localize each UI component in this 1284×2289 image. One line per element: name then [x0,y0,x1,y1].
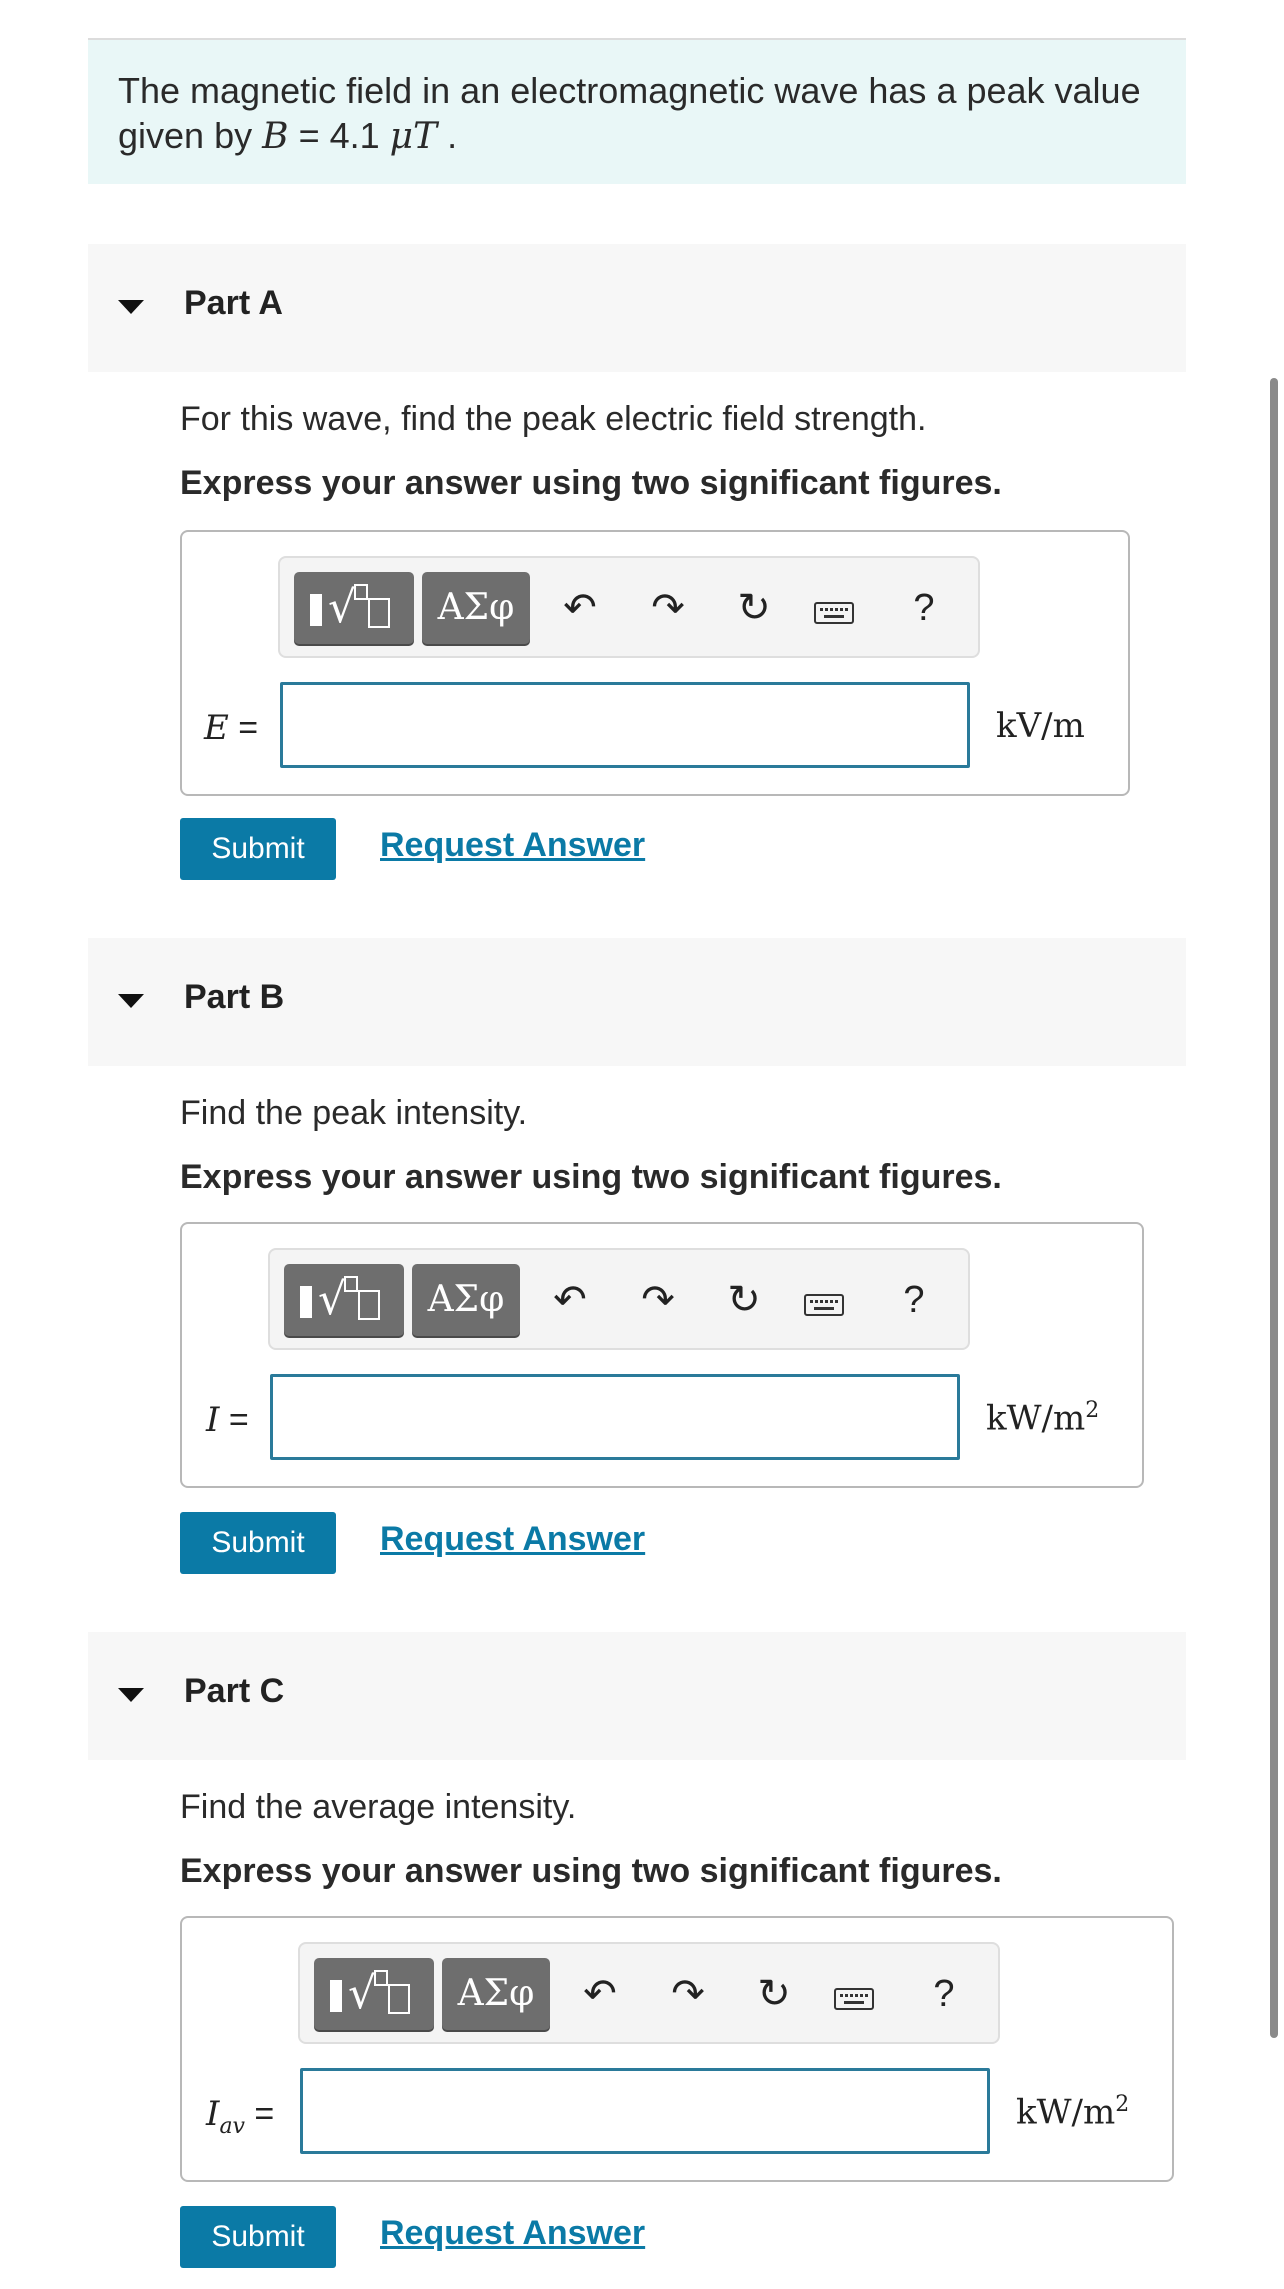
templates-button[interactable]: √ [314,1958,434,2030]
part-b-title: Part B [184,978,285,1016]
part-c-variable-label: Iav = [206,2094,274,2139]
problem-variable: B [262,116,289,157]
part-c-question: Find the average intensity. [180,1788,577,1826]
part-a-unit: kV/m [996,706,1085,746]
part-a-math-toolbar: √ ΑΣφ ↶ ↷ ↻ ? [278,556,980,658]
root-index-icon [354,584,368,600]
undo-icon[interactable]: ↶ [546,1270,594,1330]
templates-button[interactable]: √ [294,572,414,644]
collapse-triangle-icon[interactable] [118,994,144,1008]
part-b-unit-text: kW/m [986,1398,1086,1439]
part-c-unit-exponent: 2 [1115,2092,1130,2117]
part-c-var-subscript: av [219,2113,245,2139]
undo-icon[interactable]: ↶ [576,1964,624,2024]
redo-icon[interactable]: ↷ [634,1270,682,1330]
part-b-submit-button[interactable]: Submit [180,1512,336,1574]
part-c-math-toolbar: √ ΑΣφ ↶ ↷ ↻ ? [298,1942,1000,2044]
part-b-var: I [206,1400,220,1440]
part-c-unit-text: kW/m [1016,2092,1116,2133]
part-c-unit: kW/m2 [1016,2092,1129,2132]
collapse-triangle-icon[interactable] [118,300,144,314]
part-a-request-answer-link[interactable]: Request Answer [380,826,645,865]
problem-statement: The magnetic field in an electromagnetic… [88,38,1186,184]
part-a-unit-text: kV/m [996,706,1085,746]
part-c-submit-button[interactable]: Submit [180,2206,336,2268]
part-a-answer-input[interactable] [280,682,970,768]
part-b-equals: = [219,1401,249,1439]
keyboard-icon[interactable] [814,602,854,624]
help-button[interactable]: ? [920,1964,968,2024]
keyboard-icon[interactable] [834,1988,874,2010]
part-a-question: For this wave, find the peak electric fi… [180,400,927,438]
problem-unit: μT [389,116,438,157]
redo-icon[interactable]: ↷ [664,1964,712,2024]
part-b-unit: kW/m2 [986,1398,1099,1438]
part-a-var: E [204,708,229,748]
keyboard-icon[interactable] [804,1294,844,1316]
radicand-box-icon [358,1290,380,1320]
problem-text: The magnetic field in an electromagnetic… [118,68,1178,159]
radical-icon: √ [318,1274,347,1325]
greek-symbols-button[interactable]: ΑΣφ [422,572,530,644]
template-block-icon [310,594,322,626]
greek-symbols-button[interactable]: ΑΣφ [442,1958,550,2030]
template-block-icon [300,1286,312,1318]
root-index-icon [344,1276,358,1292]
part-c-request-answer-link[interactable]: Request Answer [380,2214,645,2253]
radicand-box-icon [368,598,390,628]
part-c-var: I [206,2094,220,2134]
reset-icon[interactable]: ↻ [720,1270,768,1330]
reset-icon[interactable]: ↻ [750,1964,798,2024]
part-b-question: Find the peak intensity. [180,1094,528,1132]
problem-value: = 4.1 [288,115,390,156]
part-c-answer-box: √ ΑΣφ ↶ ↷ ↻ ? Iav = kW/m2 [180,1916,1174,2182]
part-b-instruction: Express your answer using two significan… [180,1158,1002,1196]
part-a-instruction: Express your answer using two significan… [180,464,1002,502]
part-a-submit-button[interactable]: Submit [180,818,336,880]
part-a-variable-label: E = [204,708,258,748]
part-c-instruction: Express your answer using two significan… [180,1852,1002,1890]
part-b-variable-label: I = [206,1400,249,1440]
part-c-equals: = [244,2095,275,2133]
part-b-unit-exponent: 2 [1085,1398,1100,1423]
part-a-title: Part A [184,284,283,322]
radical-icon: √ [328,582,357,633]
scrollbar[interactable] [1270,378,1278,2038]
reset-icon[interactable]: ↻ [730,578,778,638]
template-block-icon [330,1980,342,2012]
problem-text-suffix: . [437,115,458,156]
collapse-triangle-icon[interactable] [118,1688,144,1702]
part-a-equals: = [228,709,259,747]
part-c-title: Part C [184,1672,285,1710]
part-b-header[interactable]: Part B [88,938,1186,1066]
part-c-answer-input[interactable] [300,2068,990,2154]
radical-icon: √ [348,1968,377,2019]
part-c-header[interactable]: Part C [88,1632,1186,1760]
part-a-answer-box: √ ΑΣφ ↶ ↷ ↻ ? E = kV/m [180,530,1130,796]
part-b-answer-box: √ ΑΣφ ↶ ↷ ↻ ? I = kW/m2 [180,1222,1144,1488]
part-b-answer-input[interactable] [270,1374,960,1460]
greek-symbols-button[interactable]: ΑΣφ [412,1264,520,1336]
part-b-math-toolbar: √ ΑΣφ ↶ ↷ ↻ ? [268,1248,970,1350]
undo-icon[interactable]: ↶ [556,578,604,638]
part-b-request-answer-link[interactable]: Request Answer [380,1520,645,1559]
redo-icon[interactable]: ↷ [644,578,692,638]
templates-button[interactable]: √ [284,1264,404,1336]
root-index-icon [374,1970,388,1986]
help-button[interactable]: ? [890,1270,938,1330]
help-button[interactable]: ? [900,578,948,638]
radicand-box-icon [388,1984,410,2014]
part-a-header[interactable]: Part A [88,244,1186,372]
